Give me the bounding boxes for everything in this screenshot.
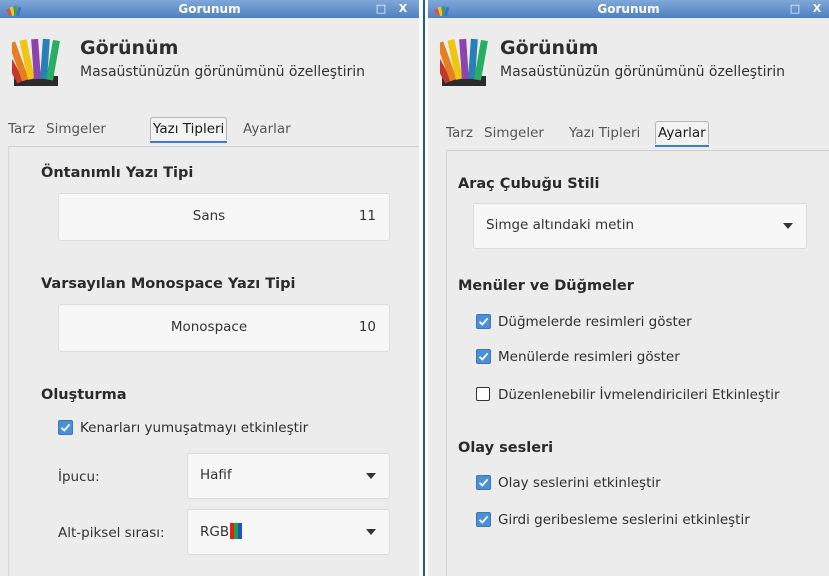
hinting-value: Hafif	[200, 467, 232, 483]
palette-icon	[440, 38, 488, 86]
maximize-icon[interactable]: □	[373, 1, 389, 17]
page-subtitle: Masaüstünüzün görünümünü özelleştirin	[80, 64, 365, 80]
antialias-label: Kenarları yumuşatmayı etkinleştir	[80, 420, 309, 436]
event-sounds-label: Olay seslerini etkinleştir	[498, 475, 661, 491]
window-divider	[420, 0, 428, 576]
appearance-window-fonts: Gorunum □ X Görünüm Masaüstünüzün görünü…	[0, 0, 419, 576]
subpixel-value-wrap: RGB	[200, 523, 243, 543]
titlebar[interactable]: Gorunum □ X	[428, 0, 829, 18]
fonts-panel: Öntanımlı Yazı Tipi Sans 11 Varsayılan M…	[8, 146, 419, 576]
default-font-size: 11	[358, 208, 376, 224]
checkbox-checked-icon[interactable]	[58, 420, 73, 435]
input-feedback-sounds-label: Girdi geribesleme seslerini etkinleştir	[498, 512, 750, 528]
checkbox-checked-icon[interactable]	[476, 314, 491, 329]
hinting-select[interactable]: Hafif	[187, 453, 390, 499]
checkbox-checked-icon[interactable]	[476, 475, 491, 490]
page-title: Görünüm	[80, 37, 179, 59]
close-icon[interactable]: X	[395, 1, 411, 17]
show-button-images-label: Düğmelerde resimleri göster	[498, 314, 692, 330]
toolbar-style-select[interactable]: Simge altındaki metin	[473, 203, 807, 249]
tab-ayarlar[interactable]: Ayarlar	[243, 117, 291, 141]
checkbox-unchecked-icon[interactable]	[476, 387, 490, 401]
tab-tarz[interactable]: Tarz	[8, 117, 35, 141]
chevron-down-icon	[366, 529, 376, 535]
menus-buttons-heading: Menüler ve Düğmeler	[458, 278, 634, 294]
subpixel-select[interactable]: RGB	[187, 509, 390, 555]
checkbox-checked-icon[interactable]	[476, 349, 491, 364]
event-sounds-heading: Olay sesleri	[458, 440, 554, 456]
tab-simgeler[interactable]: Simgeler	[484, 121, 544, 145]
toolbar-style-value: Simge altındaki metin	[486, 217, 635, 233]
default-font-name: Sans	[192, 208, 226, 224]
page-subtitle: Masaüstünüzün görünümünü özelleştirin	[500, 64, 785, 80]
rgb-bars-icon	[230, 523, 243, 543]
tab-simgeler[interactable]: Simgeler	[46, 117, 106, 141]
palette-icon	[12, 38, 60, 86]
default-font-button[interactable]: Sans 11	[58, 193, 390, 241]
tab-tarz[interactable]: Tarz	[446, 121, 473, 145]
default-font-heading: Öntanımlı Yazı Tipi	[41, 165, 194, 181]
checkbox-checked-icon[interactable]	[476, 512, 491, 527]
chevron-down-icon	[366, 473, 376, 479]
tab-ayarlar[interactable]: Ayarlar	[655, 121, 709, 147]
hinting-label: İpucu:	[58, 469, 100, 485]
show-menu-images-label: Menülerde resimleri göster	[498, 349, 680, 365]
subpixel-label: Alt-piksel sırası:	[58, 525, 165, 541]
tab-yazi-tipleri[interactable]: Yazı Tipleri	[150, 117, 228, 143]
editable-accelerators-label: Düzenlenebilir İvmelendiricileri Etkinle…	[498, 387, 780, 403]
monospace-font-size: 10	[358, 319, 376, 335]
rendering-heading: Oluşturma	[41, 387, 127, 403]
window-title: Gorunum	[178, 2, 241, 16]
window-title: Gorunum	[597, 2, 660, 16]
tab-yazi-tipleri[interactable]: Yazı Tipleri	[569, 121, 640, 145]
appearance-window-settings: Gorunum □ X Görünüm Masaüstünüzün görünü…	[428, 0, 829, 576]
titlebar[interactable]: Gorunum □ X	[0, 0, 419, 18]
close-icon[interactable]: X	[809, 1, 825, 17]
page-title: Görünüm	[500, 37, 599, 59]
chevron-down-icon	[783, 223, 793, 229]
monospace-font-button[interactable]: Monospace 10	[58, 304, 390, 352]
monospace-font-heading: Varsayılan Monospace Yazı Tipi	[41, 276, 296, 292]
subpixel-value: RGB	[200, 524, 230, 540]
settings-panel: Araç Çubuğu Stili Simge altındaki metin …	[446, 150, 829, 576]
monospace-font-name: Monospace	[170, 319, 248, 335]
maximize-icon[interactable]: □	[787, 1, 803, 17]
toolbar-style-heading: Araç Çubuğu Stili	[458, 176, 600, 192]
